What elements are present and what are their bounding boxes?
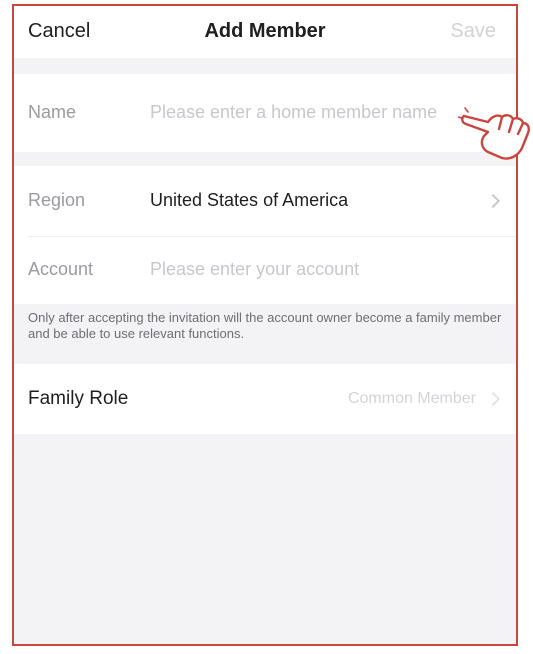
region-label: Region <box>28 190 86 210</box>
cancel-button[interactable]: Cancel <box>28 20 90 43</box>
account-row[interactable]: Account Please enter your account <box>14 237 516 304</box>
invitation-hint-text: Only after accepting the invitation will… <box>28 310 502 341</box>
name-section: Name Please enter a home member name <box>14 74 516 152</box>
region-value: United States of America <box>150 190 349 210</box>
family-role-row[interactable]: Family Role Common Member <box>14 364 516 434</box>
account-input[interactable]: Please enter your account <box>150 259 359 280</box>
name-row[interactable]: Name Please enter a home member name <box>14 74 516 152</box>
pointing-hand-icon <box>458 107 530 160</box>
save-button[interactable]: Save <box>450 20 496 43</box>
region-row[interactable]: Region United States of America <box>14 166 516 236</box>
region-account-section: Region United States of America Account … <box>14 166 516 304</box>
name-label: Name <box>28 102 77 122</box>
add-member-screen: Cancel Add Member Save Name Please enter… <box>12 4 518 646</box>
chevron-right-icon <box>485 391 501 407</box>
nav-bar: Cancel Add Member Save <box>14 6 516 58</box>
account-label: Account <box>28 259 94 279</box>
chevron-right-icon <box>485 193 501 209</box>
family-role-label: Family Role <box>28 388 129 409</box>
family-role-value: Common Member <box>347 390 476 407</box>
family-role-section: Family Role Common Member <box>14 364 516 434</box>
name-input[interactable]: Please enter a home member name <box>150 102 437 123</box>
